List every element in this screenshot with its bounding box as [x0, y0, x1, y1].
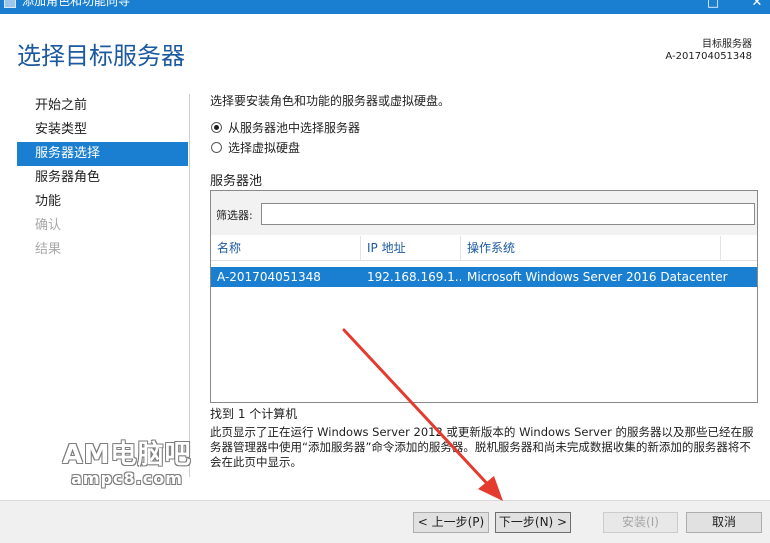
- description-text: 此页显示了正在运行 Windows Server 2012 或更新版本的 Win…: [210, 425, 754, 469]
- cell-server-name: A-201704051348: [217, 270, 321, 284]
- nav-item-results: 结果: [35, 242, 62, 257]
- watermark-line-2: ampc8.com: [71, 469, 183, 488]
- page-title: 选择目标服务器: [17, 42, 185, 70]
- watermark-line-1: AM电脑吧: [62, 440, 192, 470]
- window-title: 添加角色和功能向导: [22, 0, 131, 8]
- found-count: 找到 1 个计算机: [210, 407, 298, 421]
- previous-button[interactable]: < 上一步(P): [413, 512, 489, 533]
- wizard-footer: < 上一步(P) 下一步(N) > 安装(I) 取消: [0, 500, 770, 543]
- wizard-nav: 开始之前 安装类型 服务器选择 服务器角色 功能 确认 结果: [17, 94, 188, 262]
- nav-item-confirmation: 确认: [35, 218, 62, 233]
- nav-divider: [189, 94, 190, 477]
- server-pool-label: 服务器池: [210, 174, 263, 189]
- server-pool-list: 筛选器: 名称 IP 地址 操作系统 A-201704051348 192.16…: [210, 190, 758, 403]
- filter-row: 筛选器:: [211, 191, 757, 235]
- app-icon: [4, 0, 16, 8]
- table-header: 名称 IP 地址 操作系统: [211, 236, 757, 261]
- nav-item-installation-type[interactable]: 安装类型: [17, 118, 188, 142]
- filter-label: 筛选器:: [216, 209, 253, 222]
- column-header-ip-address[interactable]: IP 地址: [361, 236, 461, 260]
- radio-select-vhd-label: 选择虚拟硬盘: [228, 141, 301, 155]
- radio-select-vhd[interactable]: 选择虚拟硬盘: [211, 140, 300, 156]
- filter-input[interactable]: [261, 203, 755, 225]
- nav-item-server-roles[interactable]: 服务器角色: [17, 166, 188, 190]
- table-row[interactable]: A-201704051348 192.168.169.1... Microsof…: [211, 267, 757, 287]
- radio-checked-icon[interactable]: [211, 122, 222, 133]
- cell-operating-system: Microsoft Windows Server 2016 Datacenter: [467, 270, 728, 284]
- column-header-os[interactable]: 操作系统: [461, 236, 721, 260]
- wizard-window: 添加角色和功能向导 □ ✕ 选择目标服务器 目标服务器 A-2017040513…: [0, 0, 770, 543]
- radio-unchecked-icon[interactable]: [211, 142, 222, 153]
- cell-ip-address: 192.168.169.1...: [367, 270, 461, 284]
- radio-select-from-pool-label: 从服务器池中选择服务器: [228, 121, 361, 135]
- nav-item-features[interactable]: 功能: [17, 190, 188, 214]
- next-button[interactable]: 下一步(N) >: [495, 512, 571, 533]
- column-header-name[interactable]: 名称: [211, 236, 361, 260]
- nav-item-before-you-begin[interactable]: 开始之前: [17, 94, 188, 118]
- nav-item-server-selection[interactable]: 服务器选择: [17, 142, 188, 166]
- install-button: 安装(I): [603, 512, 678, 533]
- main-panel: 选择要安装角色和功能的服务器或虚拟硬盘。 从服务器池中选择服务器 选择虚拟硬盘 …: [210, 0, 758, 543]
- cancel-button[interactable]: 取消: [686, 512, 762, 533]
- radio-select-from-pool[interactable]: 从服务器池中选择服务器: [211, 120, 360, 136]
- instruction-text: 选择要安装角色和功能的服务器或虚拟硬盘。: [210, 94, 451, 108]
- watermark: AM电脑吧 ampc8.com: [52, 440, 202, 488]
